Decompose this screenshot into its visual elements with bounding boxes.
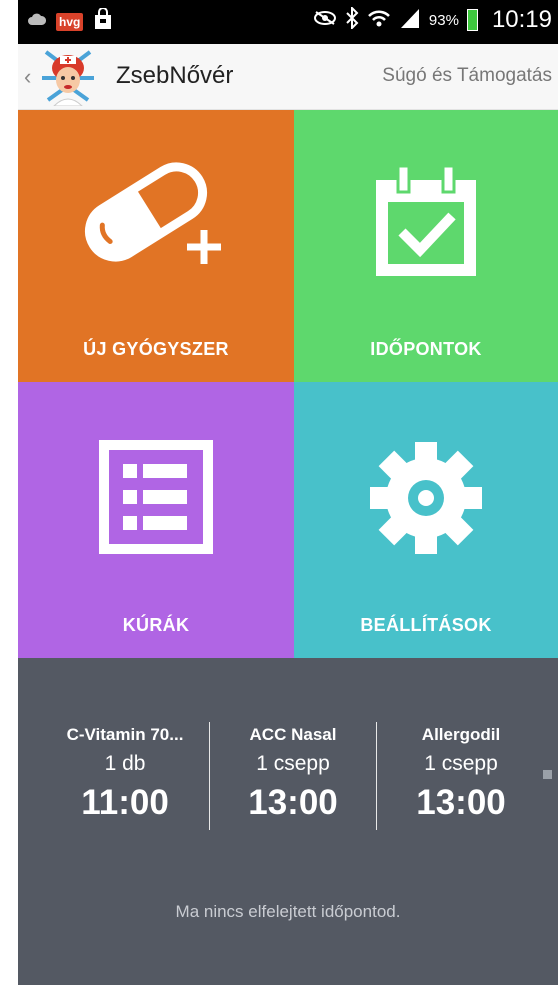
medication-time: 11:00	[81, 783, 169, 822]
medication-time: 13:00	[416, 783, 506, 822]
app-bar: ‹ ZsebNővér Súgó és Támogatás	[18, 44, 558, 110]
back-chevron-icon[interactable]: ‹	[24, 64, 31, 90]
medication-dose: 1 csepp	[256, 752, 330, 775]
battery-percent: 93%	[428, 11, 459, 29]
medication-name: C-Vitamin 70...	[66, 725, 184, 744]
medication-item[interactable]: Allergodil 1 csepp 13:00	[376, 722, 546, 826]
upcoming-medications-panel: C-Vitamin 70... 1 db 11:00 ACC Nasal 1 c…	[18, 658, 558, 985]
app-screen: hvg 93% 10:19 ‹ ZsebNővér Súgó és Támoga…	[18, 0, 558, 985]
missed-appointments-message: Ma nincs elfelejtett időpontod.	[175, 902, 401, 921]
calendar-check-icon	[366, 160, 486, 285]
pill-plus-icon	[76, 160, 236, 285]
medication-name: ACC Nasal	[249, 725, 337, 744]
medication-dose: 1 db	[104, 752, 146, 775]
battery-icon	[466, 9, 478, 31]
signal-icon	[399, 7, 421, 34]
medication-item[interactable]: C-Vitamin 70... 1 db 11:00	[40, 722, 210, 826]
medication-name: Allergodil	[421, 725, 501, 744]
list-icon	[97, 438, 215, 561]
medication-time: 13:00	[248, 783, 338, 822]
shopping-bag-icon	[93, 7, 113, 35]
new-medication-label: ÚJ GYÓGYSZER	[83, 339, 229, 359]
appointments-tile[interactable]: IDŐPONTOK	[294, 110, 558, 382]
wifi-icon	[367, 8, 391, 33]
gear-icon	[366, 438, 486, 563]
app-title: ZsebNővér	[116, 62, 234, 89]
scroll-indicator	[543, 770, 552, 779]
nurse-avatar-logo[interactable]	[38, 48, 98, 107]
cloud-icon	[28, 12, 47, 31]
cures-tile[interactable]: KÚRÁK	[18, 382, 294, 658]
medication-dose: 1 csepp	[424, 752, 498, 775]
help-support-link[interactable]: Súgó és Támogatás	[382, 65, 552, 87]
status-bar: hvg 93% 10:19	[18, 0, 558, 44]
status-clock: 10:19	[491, 6, 552, 33]
settings-label: BEÁLLÍTÁSOK	[360, 615, 492, 635]
medication-item[interactable]: ACC Nasal 1 csepp 13:00	[208, 722, 378, 826]
eye-icon	[313, 9, 337, 32]
new-medication-tile[interactable]: ÚJ GYÓGYSZER	[18, 110, 294, 382]
settings-tile[interactable]: BEÁLLÍTÁSOK	[294, 382, 558, 658]
medication-carousel[interactable]: C-Vitamin 70... 1 db 11:00 ACC Nasal 1 c…	[18, 722, 558, 832]
hvg-app-icon: hvg	[56, 12, 84, 31]
appointments-label: IDŐPONTOK	[370, 339, 482, 359]
cures-label: KÚRÁK	[122, 615, 190, 635]
bluetooth-icon	[345, 5, 359, 34]
